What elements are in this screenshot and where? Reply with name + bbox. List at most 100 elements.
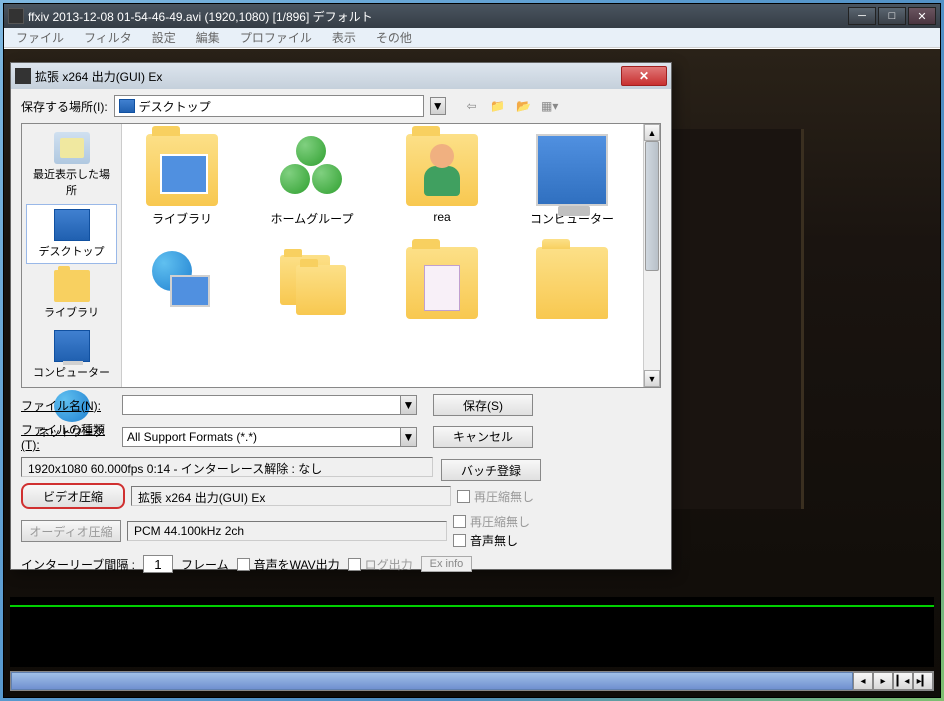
computer-big-icon — [536, 134, 608, 206]
place-library[interactable]: ライブラリ — [26, 266, 117, 324]
filename-label: ファイル名(N): — [21, 397, 116, 414]
no-recompress-video-checkbox[interactable]: 再圧縮無し — [457, 488, 534, 505]
interleave-unit: フレーム — [181, 556, 229, 573]
file-item-user[interactable]: rea — [392, 134, 492, 227]
file-list[interactable]: ライブラリ ホームグループ rea コンピューター — [122, 124, 660, 387]
scroll-down-button[interactable]: ▼ — [644, 370, 660, 387]
place-desktop[interactable]: デスクトップ — [26, 204, 117, 264]
file-item-network[interactable] — [132, 247, 232, 323]
seek-bar: ◂ ▸ ▎◂ ▸▎ — [10, 671, 934, 691]
library-icon — [54, 270, 90, 302]
menu-view[interactable]: 表示 — [324, 27, 364, 48]
place-computer[interactable]: コンピューター — [26, 326, 117, 384]
file-item-library[interactable]: ライブラリ — [132, 134, 232, 227]
computer-icon — [54, 330, 90, 362]
place-label: コンピューター — [33, 364, 110, 380]
menubar: ファイル フィルタ 設定 編集 プロファイル 表示 その他 — [4, 28, 940, 48]
maximize-button[interactable]: □ — [878, 7, 906, 25]
file-label: rea — [433, 210, 450, 224]
filename-input[interactable] — [122, 395, 401, 415]
homegroup-icon — [276, 134, 348, 206]
seek-track[interactable] — [11, 672, 853, 690]
ex-info-button[interactable]: Ex info — [421, 556, 473, 572]
log-output-checkbox[interactable]: ログ出力 — [348, 556, 413, 573]
network-big-icon — [146, 247, 218, 319]
checkbox-icon — [237, 558, 250, 571]
checkbox-icon — [457, 490, 470, 503]
user-folder-icon — [406, 134, 478, 206]
menu-other[interactable]: その他 — [368, 27, 420, 48]
nav-up-icon[interactable]: 📁 — [488, 96, 508, 116]
dialog-title: 拡張 x264 出力(GUI) Ex — [35, 68, 621, 85]
video-compress-info: 拡張 x264 出力(GUI) Ex — [131, 486, 451, 506]
scroll-up-button[interactable]: ▲ — [644, 124, 660, 141]
file-scrollbar: ▲ ▼ — [643, 124, 660, 387]
app-icon — [8, 8, 24, 24]
timeline[interactable] — [10, 597, 934, 667]
file-label: ホームグループ — [271, 210, 354, 227]
menu-settings[interactable]: 設定 — [144, 27, 184, 48]
batch-register-button[interactable]: バッチ登録 — [441, 459, 541, 481]
window-title: ffxiv 2013-12-08 01-54-46-49.avi (1920,1… — [28, 8, 848, 25]
menu-filter[interactable]: フィルタ — [76, 27, 140, 48]
place-recent[interactable]: 最近表示した場所 — [26, 128, 117, 202]
no-audio-checkbox[interactable]: 音声無し — [453, 532, 530, 549]
cancel-button[interactable]: キャンセル — [433, 426, 533, 448]
location-combo[interactable]: デスクトップ — [114, 95, 424, 117]
interleave-label: インターリーブ間隔 : — [21, 556, 135, 573]
video-info-box: 1920x1080 60.000fps 0:14 - インターレース解除 : な… — [21, 457, 433, 477]
no-recompress-audio-checkbox[interactable]: 再圧縮無し — [453, 513, 530, 530]
place-label: ライブラリ — [44, 304, 99, 320]
filename-dropdown-button[interactable]: ▼ — [401, 395, 417, 415]
place-label: デスクトップ — [39, 243, 105, 259]
folders-icon — [276, 247, 348, 319]
video-compress-button[interactable]: ビデオ圧縮 — [21, 483, 125, 509]
folder-icon — [536, 247, 608, 319]
desktop-icon — [119, 99, 135, 113]
desktop-place-icon — [54, 209, 90, 241]
file-item-homegroup[interactable]: ホームグループ — [262, 134, 362, 227]
scroll-thumb[interactable] — [645, 141, 659, 271]
file-item-computer[interactable]: コンピューター — [522, 134, 622, 227]
seek-last-button[interactable]: ▸▎ — [913, 672, 933, 690]
wav-output-checkbox[interactable]: 音声をWAV出力 — [237, 556, 340, 573]
menu-file[interactable]: ファイル — [8, 27, 72, 48]
dialog-titlebar: 拡張 x264 出力(GUI) Ex ✕ — [11, 63, 671, 89]
menu-profile[interactable]: プロファイル — [232, 27, 320, 48]
menu-edit[interactable]: 編集 — [188, 27, 228, 48]
places-bar: 最近表示した場所 デスクトップ ライブラリ コンピューター ネットワーク — [22, 124, 122, 387]
checkbox-icon — [348, 558, 361, 571]
nav-new-folder-icon[interactable]: 📂 — [514, 96, 534, 116]
filetype-combo[interactable]: All Support Formats (*.*) — [122, 427, 401, 447]
file-item-folder[interactable] — [522, 247, 622, 323]
seek-next-button[interactable]: ▸ — [873, 672, 893, 690]
folder-doc-icon — [406, 247, 478, 319]
seek-first-button[interactable]: ▎◂ — [893, 672, 913, 690]
seek-thumb[interactable] — [11, 672, 853, 690]
checkbox-icon — [453, 515, 466, 528]
nav-view-icon[interactable]: ▦▾ — [540, 96, 560, 116]
audio-compress-button: オーディオ圧縮 — [21, 520, 121, 542]
place-label: 最近表示した場所 — [30, 166, 113, 198]
nav-back-icon[interactable]: ⇦ — [462, 96, 482, 116]
save-dialog: 拡張 x264 出力(GUI) Ex ✕ 保存する場所(I): デスクトップ ▼… — [10, 62, 672, 570]
filetype-dropdown-button[interactable]: ▼ — [401, 427, 417, 447]
file-item-folder-doc[interactable] — [392, 247, 492, 323]
library-folder-icon — [146, 134, 218, 206]
location-dropdown-button[interactable]: ▼ — [430, 97, 446, 115]
filetype-label: ファイルの種類(T): — [21, 421, 116, 452]
dialog-close-button[interactable]: ✕ — [621, 66, 667, 86]
dialog-icon — [15, 68, 31, 84]
file-item-folders[interactable] — [262, 247, 362, 323]
interleave-input[interactable] — [143, 555, 173, 573]
timeline-marker — [10, 605, 934, 607]
main-titlebar: ffxiv 2013-12-08 01-54-46-49.avi (1920,1… — [4, 4, 940, 28]
seek-prev-button[interactable]: ◂ — [853, 672, 873, 690]
file-label: ライブラリ — [152, 210, 212, 227]
checkbox-icon — [453, 534, 466, 547]
recent-icon — [54, 132, 90, 164]
location-label: 保存する場所(I): — [21, 98, 108, 115]
minimize-button[interactable]: ─ — [848, 7, 876, 25]
save-button[interactable]: 保存(S) — [433, 394, 533, 416]
close-button[interactable]: ✕ — [908, 7, 936, 25]
